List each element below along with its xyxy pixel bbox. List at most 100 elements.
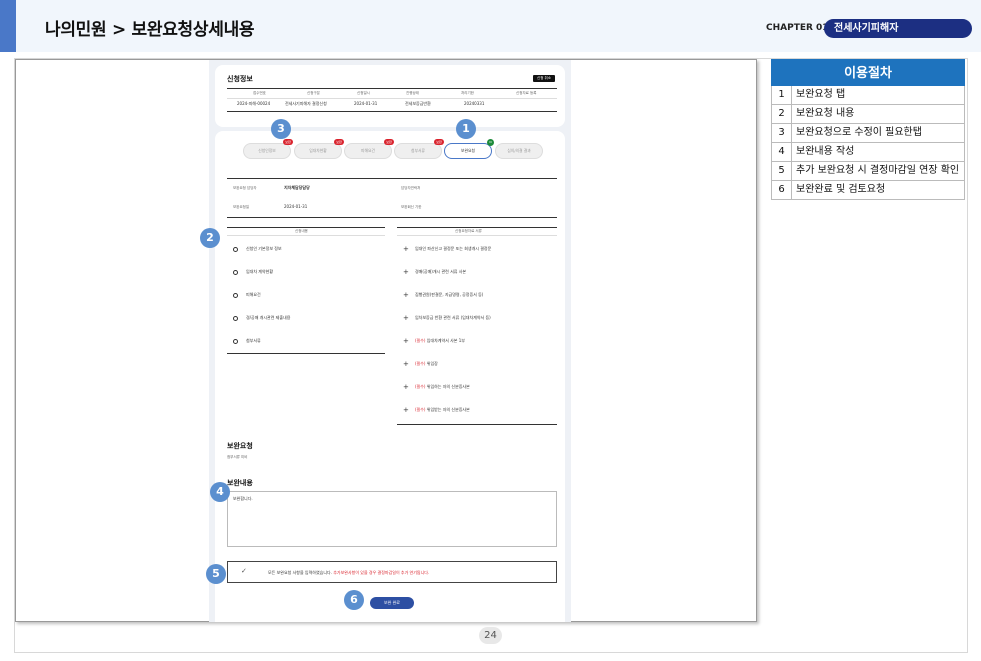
document-item[interactable]: + 임차보증금 반환 관련 서류 (임대차계약서 등) [403,306,491,329]
check-icon[interactable]: ✓ [241,567,247,575]
left-list-header: 신청내용 [295,229,308,233]
radio-circle-icon [233,292,238,298]
step-number: 2 [772,105,792,123]
meta-request-date-label: 보완요청일 [233,205,250,209]
required-mark: (필수) [415,361,426,366]
meta-manager-label: 보완요청 담당자 [233,186,257,190]
plus-icon: + [403,405,409,414]
step-text: 추가 보완요청 시 결정마감일 연장 확인 [796,165,960,176]
application-info-title: 신청정보 [227,75,253,83]
request-item[interactable]: 첨부서류 [233,329,261,352]
document-item[interactable]: + (필수) 임대차계약서 사본 1부 [403,329,465,352]
supplement-content-title: 보완내용 [227,479,253,487]
right-list-top-line [397,227,557,228]
document-item[interactable]: + (필수) 위임받는 자의 신분증사본 [403,398,470,421]
step-marker-3: 3 [271,119,291,139]
tab-supplement-request[interactable]: 보완요청 N [444,139,494,159]
meta-manager-value: 지자체담당담당 [284,185,310,190]
document-item-label: 위임하는 자의 신분증사본 [426,384,470,389]
meta-reply-deadline-label: 보완회신 기한 [401,205,422,209]
request-item[interactable]: 임대차 계약현황 [233,260,273,283]
embedded-screenshot: 신청정보 신청 취소 접수번호 신청구분 신청일시 진행상태 처리기한 신청자료… [209,60,571,622]
step-marker-4: 4 [210,482,230,502]
request-item-label: 신청인 기본정보 정보 [246,246,282,251]
step-marker-1: 1 [456,119,476,139]
tab-badge: 보완 [384,139,394,145]
procedure-step: 5 추가 보완요청 시 결정마감일 연장 확인 [771,162,965,181]
left-list-header-line [227,235,385,236]
document-item-label: 집행권원(판결문, 지급명령, 공정증서 등) [415,292,484,297]
page-title: 나의민원 > 보완요청상세내용 [45,20,255,40]
tab-damage-requirements[interactable]: 피해요건 보완 [344,139,394,159]
col-date: 신청일시 [357,91,370,95]
document-item-label: 위임받는 자의 신분증사본 [426,407,470,412]
col-status: 진행상태 [406,91,419,95]
step-text: 보완요청으로 수정이 필요한탭 [796,127,922,138]
request-item-label: 임대차 계약현황 [246,269,274,274]
radio-circle-icon [233,315,238,321]
supplement-content-textarea[interactable]: 보완합니다. [227,491,557,547]
detail-card: 신청인정보 보완 임대차현황 보완 피해요건 보완 첨부서류 보완 보완요청 N… [215,131,565,622]
step-number: 3 [772,124,792,142]
submit-supplement-button[interactable]: 보완 완료 [370,597,414,609]
col-deadline: 처리기한 [461,91,474,95]
radio-circle-icon [233,338,238,344]
supplement-request-title: 보완요청 [227,442,253,450]
step-marker-6: 6 [344,590,364,610]
tab-badge: 보완 [334,139,344,145]
header-accent-bar [0,0,16,52]
confirm-checkbox-row[interactable]: ✓ 모든 보완요청 사항을 입력하였습니다. 추가보완사항이 있을 경우 결정마… [227,561,557,583]
tab-lease-status[interactable]: 임대차현황 보완 [294,139,344,159]
cancel-application-button[interactable]: 신청 취소 [533,75,555,82]
plus-icon: + [403,313,409,322]
document-item[interactable]: + 임대인 파산신고 결정문 또는 회생개시 결정문 [403,237,491,260]
document-item-label: 위임장 [426,361,438,366]
tab-label: 임대차현황 [309,148,327,153]
step-text: 보완완료 및 검토요청 [796,184,886,195]
request-item[interactable]: 피해요건 [233,283,261,306]
chapter-name: 전세사기피해자 [824,19,972,38]
plus-icon: + [403,290,409,299]
col-type: 신청구분 [307,91,320,95]
table-header-line [227,98,557,99]
document-item[interactable]: + (필수) 위임장 [403,352,438,375]
tab-badge: 보완 [434,139,444,145]
request-item-label: 피해요건 [246,292,261,297]
procedure-step: 4 보완내용 작성 [771,143,965,162]
plus-icon: + [403,244,409,253]
procedure-step: 3 보완요청으로 수정이 필요한탭 [771,124,965,143]
radio-circle-icon [233,269,238,275]
meta-bottom-line [227,217,557,218]
tab-label: 신청인정보 [258,148,276,153]
document-item[interactable]: + 집행권원(판결문, 지급명령, 공정증서 등) [403,283,483,306]
tab-label: 피해요건 [361,148,375,153]
required-mark: (필수) [415,384,426,389]
procedure-step: 2 보완요청 내용 [771,105,965,124]
cell-date: 2024-01-31 [354,101,378,106]
procedure-step: 1 보완요청 탭 [771,86,965,105]
step-text: 보완내용 작성 [796,146,855,157]
plus-icon: + [403,336,409,345]
request-item[interactable]: 신청인 기본정보 정보 [233,237,282,260]
tab-attachments[interactable]: 첨부서류 보완 [394,139,444,159]
right-list-header: 신청요청자료 서류 [455,229,482,233]
cell-status: 전세보증금반환 [405,101,431,106]
document-item[interactable]: + (필수) 위임하는 자의 신분증사본 [403,375,470,398]
document-item[interactable]: + 경매(공매)개시 관련 서류 사본 [403,260,466,283]
tab-badge: 보완 [283,139,293,145]
document-item-label: 경매(공매)개시 관련 서류 사본 [415,269,467,274]
application-info-card: 신청정보 신청 취소 접수번호 신청구분 신청일시 진행상태 처리기한 신청자료… [215,65,565,127]
tab-applicant-info[interactable]: 신청인정보 보완 [243,139,293,159]
step-number: 1 [772,86,792,104]
procedure-table: 이용절차 1 보완요청 탭 2 보완요청 내용 3 보완요청으로 수정이 필요한탭 4… [771,59,965,200]
supplement-request-body: 첨부서류 미비 [227,455,248,459]
cell-receipt-no: 2024-피해-00024 [237,101,271,106]
procedure-step: 6 보완완료 및 검토요청 [771,181,965,200]
right-list-bottom-line [397,424,557,425]
tab-review-result[interactable]: 심의/의결 결과 [495,143,543,159]
tab-badge-new: N [487,139,494,146]
cell-deadline: 20240331 [464,101,485,106]
document-item-label: 임차보증금 반환 관련 서류 (임대차계약서 등) [415,315,491,320]
request-item[interactable]: 경/공매 개시관련 제출내용 [233,306,290,329]
plus-icon: + [403,267,409,276]
